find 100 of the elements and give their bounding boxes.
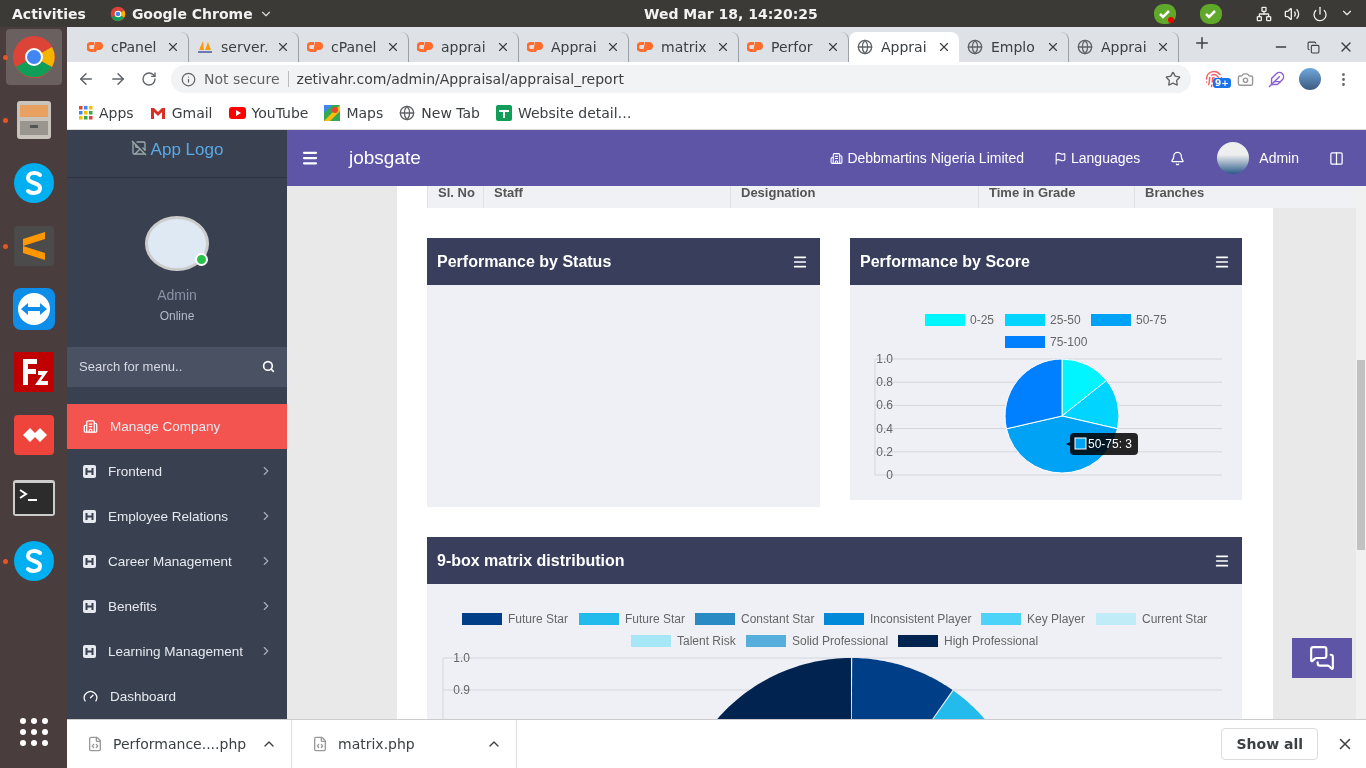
user-status: Online	[158, 308, 196, 323]
new-tab-icon[interactable]	[1193, 34, 1211, 52]
legend-item[interactable]: Inconsistent Player	[824, 612, 972, 626]
column-header: Sl. No	[427, 186, 483, 208]
legend-item[interactable]: Future Star	[579, 612, 686, 626]
globe-icon	[967, 39, 983, 55]
close-icon[interactable]	[386, 40, 400, 54]
panel-title: Performance by Status	[437, 252, 612, 271]
scroll-thumb[interactable]	[1357, 360, 1365, 550]
network-icon[interactable]	[1256, 5, 1272, 22]
legend-item[interactable]: 75-100	[1005, 335, 1088, 349]
star-icon[interactable]	[1165, 71, 1181, 87]
gauge-icon	[83, 689, 98, 704]
panel-title: 9-box matrix distribution	[437, 551, 625, 570]
user-menu[interactable]: Admin	[1259, 150, 1299, 166]
camera-icon[interactable]	[1237, 70, 1254, 88]
activities-button[interactable]: Activities	[12, 5, 86, 22]
hospital-sign-icon	[83, 645, 96, 658]
menu-item[interactable]: Frontend	[67, 449, 287, 494]
play-icon	[228, 106, 246, 119]
legend-item[interactable]: Talent Risk	[631, 634, 736, 648]
count-badge: 9+	[1213, 78, 1231, 88]
menu-item[interactable]: Career Management	[67, 539, 287, 584]
axis-label: 0.4	[876, 421, 893, 436]
legend-item[interactable]: 50-75	[1091, 313, 1167, 327]
building-icon	[830, 151, 844, 165]
bookmark[interactable]: Website detail…	[496, 104, 632, 121]
address-field[interactable]: Not secure zetivahr.com/admin/Appraisal/appraisal_report	[171, 65, 1191, 93]
close-icon[interactable]	[276, 40, 290, 54]
file-icon	[87, 736, 103, 752]
menu-item[interactable]: Dashboard	[67, 674, 287, 719]
hospital-sign-icon	[83, 465, 96, 478]
volume-icon[interactable]	[1284, 5, 1300, 22]
broken-image-icon	[130, 140, 147, 156]
bookmark[interactable]: Maps	[324, 104, 384, 121]
check-icon[interactable]	[1154, 3, 1176, 24]
reload-icon[interactable]	[141, 71, 157, 87]
flag-icon	[1054, 151, 1067, 165]
legend-label: 0-25	[970, 313, 995, 327]
clock[interactable]: Wed Mar 18, 14:20:25	[644, 5, 818, 22]
legend-item[interactable]: Constant Star	[695, 612, 815, 626]
legend-item[interactable]: 0-25	[925, 313, 995, 327]
check-icon[interactable]	[1200, 3, 1222, 24]
mail-icon	[149, 106, 166, 119]
sidebar-toggle-icon[interactable]	[1329, 150, 1344, 166]
scrollbar[interactable]	[1356, 186, 1366, 719]
power-icon[interactable]	[1312, 5, 1328, 22]
bookmark[interactable]: Apps	[79, 104, 134, 121]
bookmark[interactable]: New Tab	[399, 104, 480, 121]
legend-item[interactable]: Key Player	[981, 612, 1086, 626]
profile-avatar[interactable]	[1299, 68, 1321, 90]
close-icon[interactable]	[166, 40, 180, 54]
menu-icon[interactable]	[301, 149, 319, 167]
close-icon[interactable]	[1156, 40, 1170, 54]
user-avatar[interactable]	[1217, 142, 1250, 174]
legend-label: 75-100	[1050, 335, 1088, 349]
close-icon[interactable]	[1046, 40, 1060, 54]
search-icon	[262, 359, 275, 373]
axis-label: 1.0	[453, 651, 470, 665]
legend-item[interactable]: Future Star	[462, 612, 569, 626]
languages-menu[interactable]: Languages	[1054, 150, 1141, 166]
hospital-sign-icon	[83, 555, 96, 568]
legend-item[interactable]: Solid Professional	[746, 634, 889, 648]
legend-item[interactable]: 25-50	[1005, 313, 1081, 327]
globe-icon	[1077, 39, 1093, 55]
restore-icon[interactable]	[1307, 40, 1320, 54]
menu-search-field[interactable]: Search for menu..	[67, 346, 287, 387]
running-dot	[2, 559, 8, 564]
close-icon[interactable]	[606, 40, 620, 54]
online-dot	[195, 252, 208, 266]
company-link[interactable]: Debbmartins Nigeria Limited	[830, 150, 1024, 166]
browser-tab[interactable]: Apprai	[849, 32, 959, 62]
cpanel-icon	[747, 41, 763, 53]
legend-item[interactable]: Current Star	[1096, 612, 1208, 626]
download-item[interactable]: matrix.php	[292, 720, 517, 768]
menu-item[interactable]: Learning Management	[67, 629, 287, 674]
bookmark[interactable]: YouTube	[228, 104, 309, 121]
axis-label: 0.9	[453, 683, 470, 697]
close-icon[interactable]	[716, 40, 730, 54]
feather-icon[interactable]	[1268, 70, 1285, 88]
close-icon[interactable]	[937, 40, 951, 54]
show-all-button[interactable]: Show all	[1221, 728, 1318, 760]
download-item[interactable]: Performance....php	[67, 720, 292, 768]
close-icon[interactable]	[496, 40, 510, 54]
apps-grid-icon	[18, 717, 49, 747]
bell-icon[interactable]	[1170, 150, 1186, 166]
globe-icon	[857, 39, 873, 55]
chat-button[interactable]	[1292, 638, 1352, 678]
menu-item[interactable]: Employee Relations	[67, 494, 287, 539]
legend-item[interactable]: High Professional	[898, 634, 1039, 648]
bookmark[interactable]: Gmail	[149, 104, 213, 121]
panel-title: Performance by Score	[860, 252, 1030, 271]
sailboat-icon	[197, 40, 213, 54]
column-header: Staff	[483, 186, 730, 208]
logo-text[interactable]: App Logo	[150, 140, 224, 178]
app-menu[interactable]: Google Chrome	[131, 5, 253, 22]
menu-item[interactable]: Benefits	[67, 584, 287, 629]
forward-icon[interactable]	[109, 70, 127, 88]
back-icon[interactable]	[77, 70, 95, 88]
close-icon[interactable]	[826, 40, 840, 54]
